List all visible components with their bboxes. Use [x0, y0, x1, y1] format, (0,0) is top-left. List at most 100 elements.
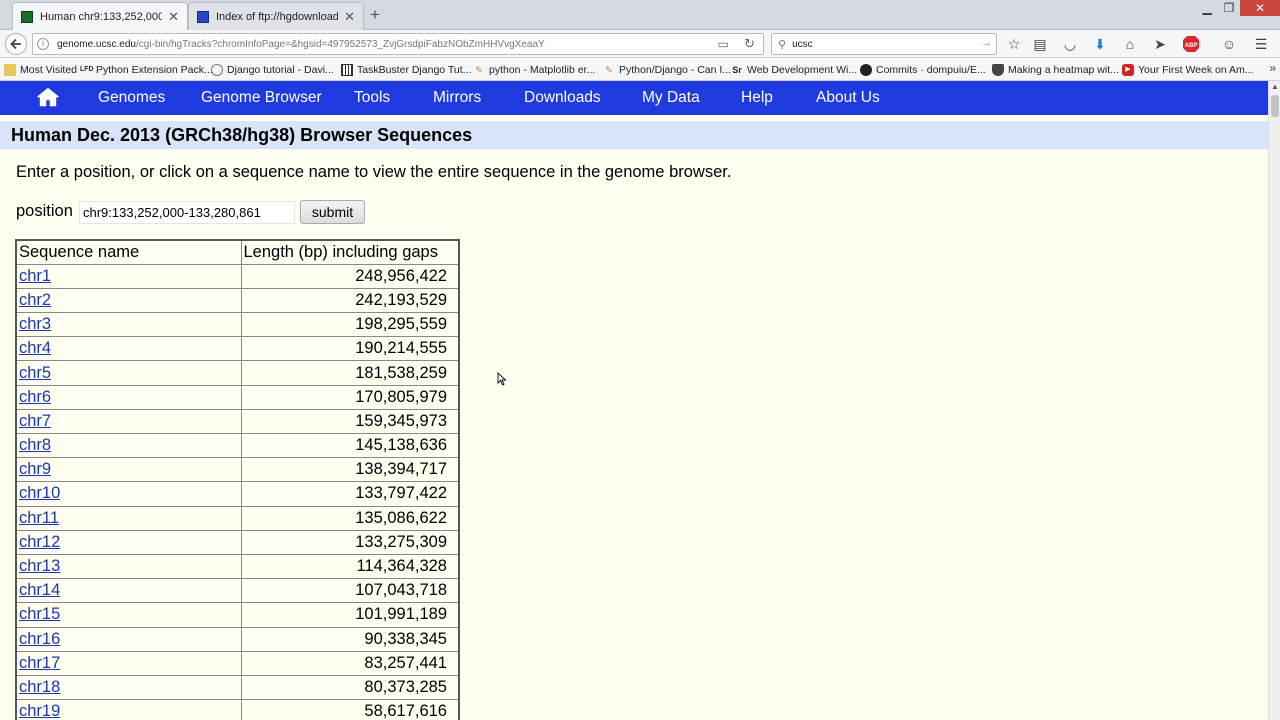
nav-downloads[interactable]: Downloads [524, 89, 601, 107]
bookmark-star-icon[interactable]: ☆ [1005, 35, 1023, 53]
send-icon[interactable]: ➤ [1151, 35, 1169, 53]
submit-button[interactable]: submit [300, 200, 365, 224]
sequence-link[interactable]: chr12 [19, 533, 60, 551]
sequence-link[interactable]: chr16 [19, 630, 60, 648]
new-tab-button[interactable]: + [370, 5, 380, 25]
home-icon[interactable] [36, 86, 60, 108]
bookmark-python-django[interactable]: ✎ Python/Django - Can I... [603, 62, 731, 78]
sequence-name-cell: chr10 [15, 481, 242, 507]
sequence-link[interactable]: chr7 [19, 412, 51, 430]
table-row: chr14 107,043,718 [15, 578, 460, 604]
sequence-length-cell: 133,275,309 [240, 529, 460, 555]
scroll-up-arrow-icon[interactable]: ▲ [1269, 81, 1280, 93]
bookmark-label: Web Development Wi... [747, 64, 858, 76]
sequence-table: Sequence name Length (bp) including gaps… [15, 239, 460, 720]
sequence-name-cell: chr19 [15, 699, 242, 720]
bookmark-first-week[interactable]: ▶ Your First Week on Am... [1122, 62, 1254, 78]
sequence-link[interactable]: chr19 [19, 702, 60, 720]
search-go-icon[interactable]: → [981, 37, 992, 49]
bookmark-label: Most Visited [20, 64, 77, 76]
sequence-name-cell: chr14 [15, 578, 242, 604]
header-length: Length (bp) including gaps [240, 239, 460, 265]
lfd-icon: LFD [80, 66, 94, 73]
pocket-icon[interactable]: ◡ [1061, 35, 1079, 53]
sequence-link[interactable]: chr14 [19, 581, 60, 599]
sequence-link[interactable]: chr13 [19, 557, 60, 575]
sequence-length-cell: 133,797,422 [240, 481, 460, 507]
sequence-link[interactable]: chr11 [19, 509, 59, 527]
nav-about-us[interactable]: About Us [816, 89, 880, 107]
bookmark-web-development[interactable]: Sr Web Development Wi... [731, 62, 857, 78]
table-row: chr3 198,295,559 [15, 312, 460, 338]
close-tab-icon[interactable]: ✕ [344, 9, 355, 25]
nav-mirrors[interactable]: Mirrors [433, 89, 481, 107]
sequence-link[interactable]: chr8 [19, 436, 51, 454]
bookmark-taskbuster[interactable]: TaskBuster Django Tut... [341, 62, 471, 78]
shield-icon [992, 64, 1004, 76]
page-scrollbar[interactable]: ▲ [1268, 81, 1280, 720]
search-bar[interactable]: ⚲ ucsc → [771, 33, 997, 55]
sequence-link[interactable]: chr3 [19, 315, 51, 333]
sequence-name-cell: chr15 [15, 602, 242, 628]
table-row: chr13 114,364,328 [15, 553, 460, 580]
table-row: chr17 83,257,441 [15, 650, 460, 676]
sequence-length-cell: 83,257,441 [240, 650, 460, 676]
reading-list-icon[interactable]: ▤ [1031, 35, 1049, 53]
close-window-icon[interactable]: ✕ [1240, 0, 1280, 16]
sequence-link[interactable]: chr4 [19, 339, 51, 357]
bookmark-matplotlib[interactable]: ✎ python - Matplotlib er... [473, 62, 595, 78]
bookmarks-toolbar: Most Visited LFD Python Extension Pack..… [0, 59, 1280, 81]
sequence-link[interactable]: chr15 [19, 605, 60, 623]
sequence-link[interactable]: chr17 [19, 654, 60, 672]
tab-ucsc-browser[interactable]: Human chr9:133,252,000-1... ✕ [12, 2, 188, 30]
nav-help[interactable]: Help [741, 89, 773, 107]
nav-genome-browser[interactable]: Genome Browser [201, 89, 322, 107]
more-bookmarks-button[interactable]: » [1269, 61, 1276, 75]
bookmark-label: Making a heatmap wit... [1008, 64, 1119, 76]
search-input[interactable]: ucsc [792, 39, 813, 50]
nav-genomes[interactable]: Genomes [98, 89, 165, 107]
adblock-icon[interactable]: ABP [1181, 35, 1201, 53]
sequence-link[interactable]: chr10 [19, 484, 60, 502]
bookmark-heatmap[interactable]: Making a heatmap wit... [992, 62, 1119, 78]
sequence-length-cell: 242,193,529 [240, 287, 460, 314]
sequence-name-cell: chr5 [15, 360, 242, 386]
header-sequence-name: Sequence name [15, 239, 242, 265]
sequence-link[interactable]: chr2 [19, 291, 51, 309]
bookmark-label: Commits · dompuiu/E... [876, 64, 986, 76]
back-arrow-icon [10, 38, 21, 50]
table-row: chr5 181,538,259 [15, 360, 460, 386]
restore-window-icon[interactable]: ❐ [1218, 0, 1240, 16]
url-bar[interactable]: i genome.ucsc.edu/cgi-bin/hgTracks?chrom… [32, 33, 764, 55]
close-tab-icon[interactable]: ✕ [168, 9, 179, 25]
minimize-window-icon[interactable]: ▁ [1196, 0, 1218, 16]
table-row: chr15 101,991,189 [15, 602, 460, 628]
globe-icon [211, 64, 223, 76]
downloads-icon[interactable]: ⬇ [1091, 35, 1109, 53]
home-icon[interactable]: ⌂ [1121, 35, 1139, 53]
bookmark-django-tutorial[interactable]: Django tutorial - Davi... [211, 62, 334, 78]
title-bar: Human Dec. 2013 (GRCh38/hg38) Browser Se… [0, 121, 1268, 149]
reload-icon[interactable]: ↻ [744, 36, 755, 52]
nav-my-data[interactable]: My Data [642, 89, 700, 107]
menu-icon[interactable]: ☰ [1252, 35, 1270, 53]
sequence-link[interactable]: chr1 [19, 267, 51, 285]
sequence-link[interactable]: chr6 [19, 388, 51, 406]
back-button[interactable] [5, 33, 27, 55]
position-input[interactable] [79, 201, 295, 224]
youtube-icon: ▶ [1122, 64, 1134, 76]
nav-tools[interactable]: Tools [354, 89, 390, 107]
bookmark-commits[interactable]: Commits · dompuiu/E... [860, 62, 986, 78]
sequence-link[interactable]: chr9 [19, 460, 51, 478]
reader-view-icon[interactable]: ▭ [718, 37, 729, 51]
tab-title: Human chr9:133,252,000-1... [40, 10, 163, 23]
site-info-icon[interactable]: i [37, 38, 49, 50]
bookmark-most-visited[interactable]: Most Visited [4, 62, 77, 78]
emoji-icon[interactable]: ☺ [1220, 35, 1238, 53]
sequence-link[interactable]: chr18 [19, 678, 60, 696]
scroll-thumb[interactable] [1271, 95, 1279, 117]
sequence-name-cell: chr1 [15, 263, 242, 289]
bookmark-python-extension[interactable]: LFD Python Extension Pack... [80, 62, 213, 78]
sequence-link[interactable]: chr5 [19, 364, 51, 382]
tab-ftp-index[interactable]: Index of ftp://hgdownload.... ✕ [188, 2, 364, 30]
